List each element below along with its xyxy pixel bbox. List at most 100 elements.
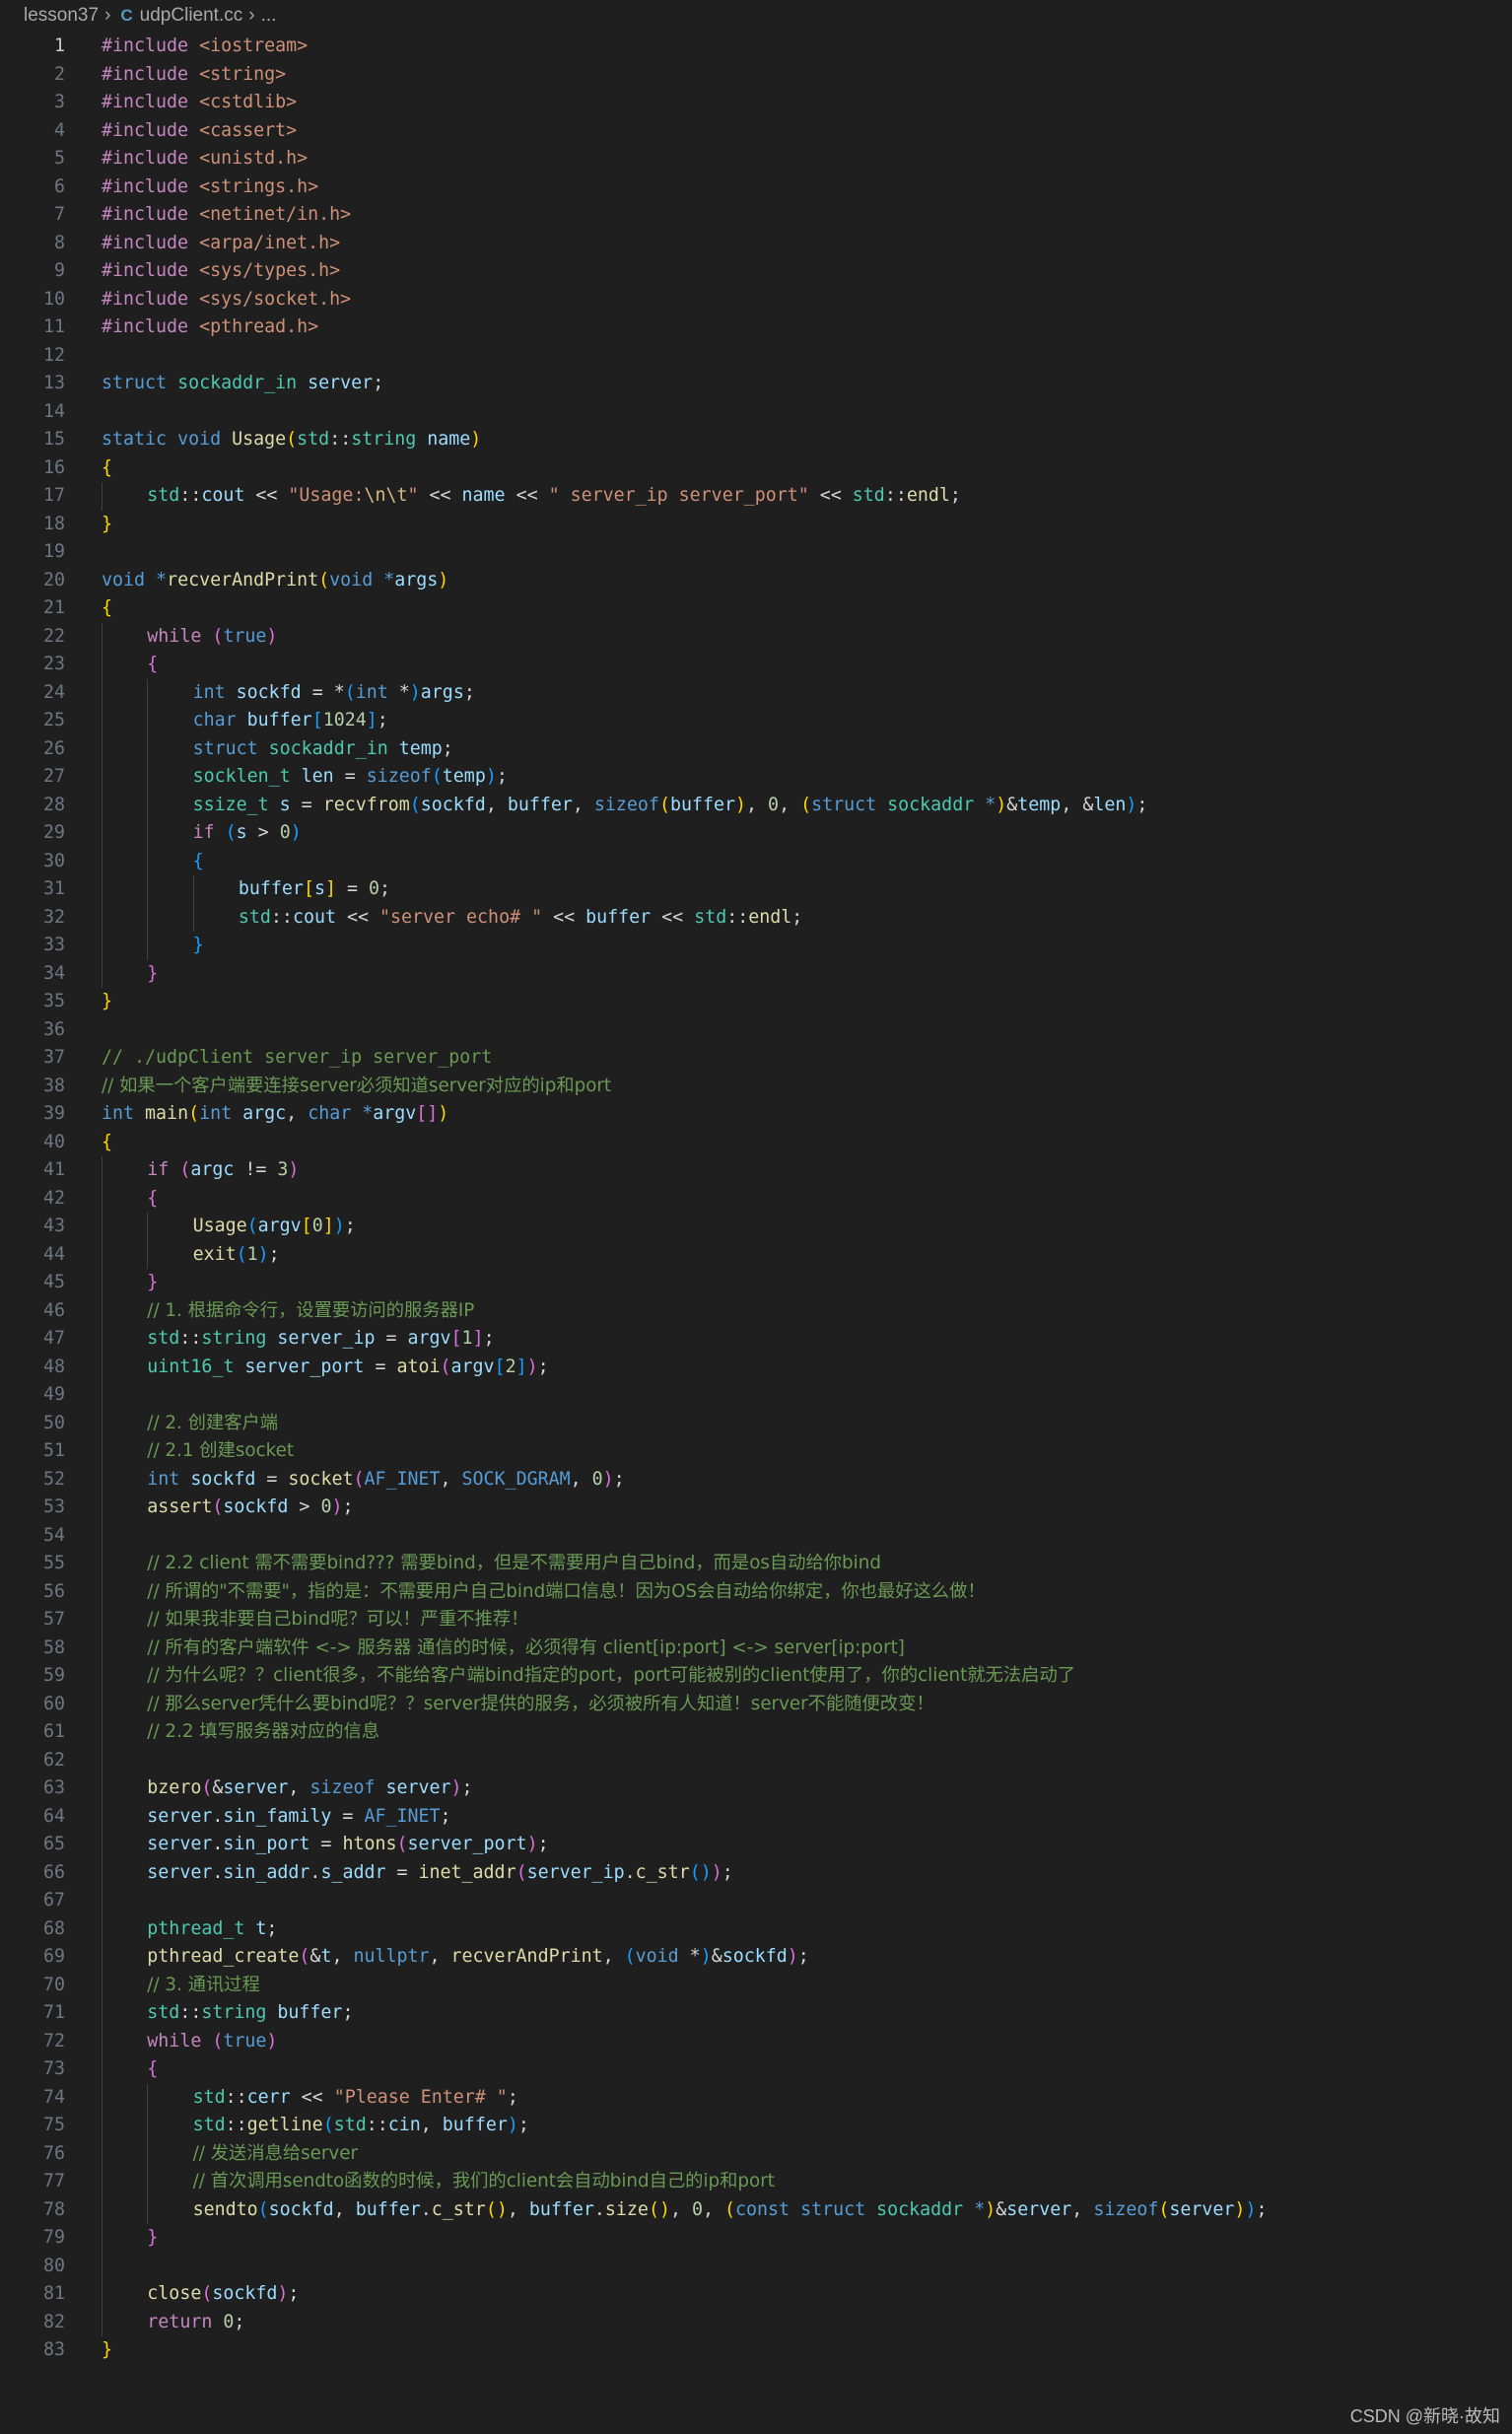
code-line[interactable]: 18}: [0, 511, 1512, 539]
code-line[interactable]: 23 {: [0, 651, 1512, 679]
breadcrumb-symbols[interactable]: ...: [261, 5, 277, 27]
code-line[interactable]: 9 #include <sys/types.h>: [0, 257, 1512, 286]
code-line[interactable]: 6 #include <strings.h>: [0, 174, 1512, 202]
code-token: close: [147, 2283, 202, 2304]
code-line[interactable]: 79}: [0, 2224, 1512, 2253]
code-line[interactable]: 5 #include <unistd.h>: [0, 145, 1512, 174]
code-line[interactable]: 41 if (argc != 3): [0, 1156, 1512, 1185]
code-token: ,: [602, 1946, 625, 1967]
code-line[interactable]: 8 #include <arpa/inet.h>: [0, 230, 1512, 258]
code-line[interactable]: 4 #include <cassert>: [0, 117, 1512, 146]
code-line[interactable]: 74 std::cerr << "Please Enter# ";: [0, 2083, 1512, 2112]
code-line[interactable]: 33}: [0, 932, 1512, 960]
code-line[interactable]: 53 assert(sockfd > 0);: [0, 1494, 1512, 1522]
code-line[interactable]: 54: [0, 1521, 1512, 1550]
code-line[interactable]: 77 // 首次调用sendto函数的时候，我们的client会自动bind自己的…: [0, 2168, 1512, 2196]
code-line[interactable]: 69 pthread_create(&t, nullptr, recverAndP…: [0, 1943, 1512, 1972]
code-line[interactable]: 61 // 2.2 填写服务器对应的信息: [0, 1718, 1512, 1747]
code-line[interactable]: 27 socklen_t len = sizeof(temp);: [0, 763, 1512, 792]
code-line[interactable]: 57 // 如果我非要自己bind呢？可以！严重不推荐！: [0, 1606, 1512, 1634]
code-line[interactable]: 42 {: [0, 1184, 1512, 1213]
code-line[interactable]: 83}: [0, 2336, 1512, 2365]
code-line[interactable]: 30 {: [0, 847, 1512, 875]
code-line[interactable]: 35}: [0, 988, 1512, 1016]
code-line[interactable]: 3 #include <cstdlib>: [0, 89, 1512, 117]
code-line[interactable]: 48 uint16_t server_port = atoi(argv[2]);: [0, 1353, 1512, 1381]
code-text: sendto(sockfd, buffer.c_str(), buffer.si…: [193, 2196, 1268, 2225]
code-line[interactable]: 37 // ./udpClient server_ip server_port: [0, 1044, 1512, 1073]
code-line[interactable]: 29 if (s > 0): [0, 819, 1512, 848]
code-line[interactable]: 36: [0, 1016, 1512, 1045]
code-line[interactable]: 66 server.sin_addr.s_addr = inet_addr(ser…: [0, 1858, 1512, 1887]
code-line[interactable]: 50 // 2. 创建客户端: [0, 1409, 1512, 1437]
code-token: s: [279, 794, 291, 815]
code-line[interactable]: 15 static void Usage(std::string name): [0, 426, 1512, 454]
code-line[interactable]: 75 std::getline(std::cin, buffer);: [0, 2112, 1512, 2140]
code-line[interactable]: 60 // 那么server凭什么要bind呢？？server提供的服务，必须被所…: [0, 1690, 1512, 1718]
code-line[interactable]: 19: [0, 538, 1512, 567]
code-line[interactable]: 31 buffer[s] = 0;: [0, 875, 1512, 904]
code-line[interactable]: 56 // 所谓的"不需要"，指的是：不需要用户自己bind端口信息！因为OS会自…: [0, 1577, 1512, 1606]
code-line[interactable]: 71 std::string buffer;: [0, 1999, 1512, 2028]
code-line[interactable]: 59 // 为什么呢？？client很多，不能给客户端bind指定的port，po…: [0, 1662, 1512, 1691]
code-line[interactable]: 80: [0, 2252, 1512, 2280]
code-line[interactable]: 17 std::cout << "Usage:\n\t" << name << "…: [0, 482, 1512, 511]
code-line[interactable]: 52 int sockfd = socket(AF_INET, SOCK_DGRA…: [0, 1465, 1512, 1494]
code-text: #include <sys/types.h>: [102, 257, 340, 286]
code-line[interactable]: 11 #include <pthread.h>: [0, 313, 1512, 342]
code-line[interactable]: 70 // 3. 通讯过程: [0, 1971, 1512, 1999]
code-line[interactable]: 73 {: [0, 2055, 1512, 2084]
comment-token: // 如果一个客户端要连接server必须知道server对应的ip和port: [102, 1075, 612, 1096]
code-line[interactable]: 39 int main(int argc, char *argv[]): [0, 1100, 1512, 1129]
code-line[interactable]: 22 while (true): [0, 622, 1512, 651]
code-line[interactable]: 81 close(sockfd);: [0, 2280, 1512, 2309]
indent-guide: [147, 875, 149, 904]
code-line[interactable]: 34}: [0, 959, 1512, 988]
code-line[interactable]: 38 // 如果一个客户端要连接server必须知道server对应的ip和por…: [0, 1073, 1512, 1101]
code-line[interactable]: 76 // 发送消息给server: [0, 2139, 1512, 2168]
code-line[interactable]: 58 // 所有的客户端软件 <-> 服务器 通信的时候，必须得有 client[…: [0, 1634, 1512, 1662]
code-line[interactable]: 82 return 0;: [0, 2308, 1512, 2336]
code-line[interactable]: 21 {: [0, 594, 1512, 623]
indent-guide: [102, 707, 103, 735]
code-line[interactable]: 10 #include <sys/socket.h>: [0, 286, 1512, 314]
code-line[interactable]: 55 // 2.2 client 需不需要bind??? 需要bind，但是不需要…: [0, 1550, 1512, 1578]
code-line[interactable]: 65 server.sin_port = htons(server_port);: [0, 1831, 1512, 1859]
code-line[interactable]: 51 // 2.1 创建socket: [0, 1437, 1512, 1466]
code-line[interactable]: 14: [0, 398, 1512, 427]
code-token: sizeof: [309, 1777, 376, 1798]
breadcrumb-folder[interactable]: lesson37: [24, 5, 99, 27]
code-line[interactable]: 13 struct sockaddr_in server;: [0, 370, 1512, 398]
code-line[interactable]: 44 exit(1);: [0, 1240, 1512, 1269]
code-line[interactable]: 43 Usage(argv[0]);: [0, 1213, 1512, 1241]
code-editor[interactable]: 1 #include <iostream> 2 #include <string> 3 #…: [0, 33, 1512, 2399]
code-line[interactable]: 20 void *recverAndPrint(void *args): [0, 567, 1512, 595]
code-line[interactable]: 1 #include <iostream>: [0, 33, 1512, 61]
code-line[interactable]: 16 {: [0, 454, 1512, 483]
code-token: , &: [1061, 794, 1094, 815]
code-line[interactable]: 72 while (true): [0, 2027, 1512, 2055]
code-line[interactable]: 67: [0, 1887, 1512, 1915]
code-line[interactable]: 26 struct sockaddr_in temp;: [0, 734, 1512, 763]
code-line[interactable]: 2 #include <string>: [0, 61, 1512, 90]
code-line[interactable]: 68 pthread_t t;: [0, 1914, 1512, 1943]
code-token: #include: [102, 148, 189, 169]
code-line[interactable]: 40 {: [0, 1129, 1512, 1157]
code-line[interactable]: 12: [0, 342, 1512, 371]
breadcrumb-file[interactable]: udpClient.cc: [140, 5, 243, 27]
code-line[interactable]: 49: [0, 1381, 1512, 1410]
code-line[interactable]: 28 ssize_t s = recvfrom(sockfd, buffer, s…: [0, 791, 1512, 819]
code-line[interactable]: 78 sendto(sockfd, buffer.c_str(), buffer.…: [0, 2195, 1512, 2225]
code-line[interactable]: 64 server.sin_family = AF_INET;: [0, 1802, 1512, 1831]
code-line[interactable]: 45}: [0, 1269, 1512, 1297]
code-line[interactable]: 24 int sockfd = *(int *)args;: [0, 678, 1512, 707]
code-line[interactable]: 63 bzero(&server, sizeof server);: [0, 1774, 1512, 1803]
code-line[interactable]: 7 #include <netinet/in.h>: [0, 201, 1512, 230]
code-line[interactable]: 62: [0, 1746, 1512, 1774]
code-line[interactable]: 32 std::cout << "server echo# " << buffer…: [0, 903, 1512, 932]
code-line[interactable]: 25 char buffer[1024];: [0, 707, 1512, 735]
code-line[interactable]: 46 // 1. 根据命令行，设置要访问的服务器IP: [0, 1296, 1512, 1325]
code-line[interactable]: 47 std::string server_ip = argv[1];: [0, 1325, 1512, 1354]
code-text: server.sin_port = htons(server_port);: [147, 1831, 548, 1859]
